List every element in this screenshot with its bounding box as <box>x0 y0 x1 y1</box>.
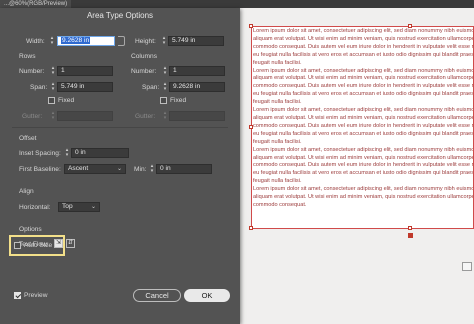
dialog-title: Area Type Options <box>86 11 154 20</box>
columns-number-field[interactable]: 1 <box>169 66 225 76</box>
cancel-button[interactable]: Cancel <box>133 289 181 302</box>
chevron-down-icon: ⌄ <box>90 204 96 210</box>
rows-span-stepper[interactable]: ▴ ▾ <box>50 82 56 92</box>
preview-checkbox[interactable] <box>14 292 21 299</box>
frame-text-line: eu feugiat nulla facilisis at vero eros … <box>253 51 474 58</box>
inset-spacing-label: Inset Spacing: <box>19 150 61 157</box>
frame-handle-bl[interactable] <box>249 226 253 230</box>
horizontal-align-dropdown[interactable]: Top ⌄ <box>58 202 100 212</box>
document-tab[interactable]: ...@60%(RGB/Preview) <box>0 0 72 8</box>
text-flow-columns-icon[interactable]: ⇵ <box>66 239 75 248</box>
frame-text-line: aliquam erat volutpat. Ut wisi enim ad m… <box>253 35 474 42</box>
columns-span-field[interactable]: 9.2628 in <box>169 82 225 92</box>
width-field[interactable]: 9.2628 in <box>57 36 115 46</box>
height-stepper[interactable]: ▴ ▾ <box>161 36 167 46</box>
columns-gutter-label: Gutter: <box>135 113 156 120</box>
ok-button[interactable]: OK <box>184 289 230 302</box>
auto-size-label: Auto Size <box>24 242 53 249</box>
frame-text-line: Lorem ipsum dolor sit amet, consectetuer… <box>253 107 473 114</box>
rows-span-label: Span: <box>30 84 48 91</box>
chevron-down-icon: ⌄ <box>116 166 122 172</box>
offset-heading: Offset <box>19 135 37 142</box>
frame-text-line: Lorem ipsum dolor sit amet, consectetuer… <box>253 186 473 193</box>
first-baseline-dropdown[interactable]: Ascent ⌄ <box>64 164 126 174</box>
first-baseline-label: First Baseline: <box>19 166 61 173</box>
frame-text-line: commodo consequat. Duis autem vel eum ir… <box>253 122 474 129</box>
height-field[interactable]: 5.749 in <box>168 36 224 46</box>
preview-label: Preview <box>24 292 48 299</box>
frame-text-line: commodo consequat. <box>253 201 307 208</box>
columns-span-stepper[interactable]: ▴ ▾ <box>162 82 168 92</box>
align-heading: Align <box>19 188 34 195</box>
min-field[interactable]: 0 in <box>156 164 212 174</box>
frame-text-line: Lorem ipsum dolor sit amet, consectetuer… <box>253 67 473 74</box>
frame-handle-ml[interactable] <box>249 125 253 129</box>
frame-text-line: commodo consequat. Duis autem vel eum ir… <box>253 162 474 169</box>
frame-handle-bm[interactable] <box>408 226 412 230</box>
columns-gutter-stepper: ▴ ▾ <box>163 110 167 121</box>
columns-number-label: Number: <box>131 68 157 75</box>
columns-heading: Columns <box>131 53 158 60</box>
frame-text-line: eu feugiat nulla facilisis at vero eros … <box>253 130 474 137</box>
options-heading: Options <box>19 226 42 233</box>
rows-gutter-label: Gutter: <box>22 113 43 120</box>
rows-gutter-stepper: ▴ ▾ <box>51 110 55 121</box>
inset-spacing-stepper[interactable]: ▴ ▾ <box>64 148 70 158</box>
constrain-link-icon[interactable] <box>118 36 125 46</box>
frame-text-line: commodo consequat. Duis autem vel eum ir… <box>253 83 474 90</box>
height-label: Height: <box>135 38 156 45</box>
rows-fixed-label: Fixed <box>58 97 75 104</box>
frame-text-line: feugait nulla facilisi. <box>253 99 302 106</box>
section-divider <box>12 127 228 128</box>
frame-text: Lorem ipsum dolor sit amet, consectetuer… <box>253 28 474 210</box>
frame-text-line: feugait nulla facilisi. <box>253 59 302 66</box>
horizontal-align-value: Top <box>62 203 73 210</box>
columns-fixed-label: Fixed <box>170 97 187 104</box>
frame-text-line: eu feugiat nulla facilisis at vero eros … <box>253 170 474 177</box>
rows-heading: Rows <box>19 53 36 60</box>
width-stepper[interactable]: ▴ ▾ <box>49 36 55 46</box>
columns-span-label: Span: <box>142 84 160 91</box>
area-type-frame[interactable]: Lorem ipsum dolor sit amet, consectetuer… <box>251 26 474 229</box>
rows-number-field[interactable]: 1 <box>57 66 113 76</box>
frame-text-line: aliquam erat volutpat. Ut wisi enim ad m… <box>253 114 474 121</box>
min-stepper[interactable]: ▴ ▾ <box>149 164 155 174</box>
frame-handle-tm[interactable] <box>408 24 412 28</box>
area-type-options-dialog: Area Type Options Width: ▴ ▾ 9.2628 in He… <box>0 8 240 324</box>
columns-gutter-field <box>169 111 225 121</box>
auto-size-checkbox[interactable] <box>14 242 21 249</box>
columns-fixed-checkbox[interactable] <box>160 97 167 104</box>
frame-text-line: Lorem ipsum dolor sit amet, consectetuer… <box>253 146 473 153</box>
overset-text-icon[interactable] <box>408 233 413 238</box>
frame-text-line: aliquam erat volutpat. Ut wisi enim ad m… <box>253 194 474 201</box>
frame-text-line: aliquam erat volutpat. Ut wisi enim ad m… <box>253 154 474 161</box>
frame-text-line: eu feugiat nulla facilisis at vero eros … <box>253 91 474 98</box>
width-label: Width: <box>26 38 45 45</box>
rows-gutter-field <box>57 111 113 121</box>
rows-span-field[interactable]: 5.749 in <box>57 82 113 92</box>
canvas-checkbox[interactable] <box>462 262 472 271</box>
frame-text-line: aliquam erat volutpat. Ut wisi enim ad m… <box>253 75 474 82</box>
frame-text-line: commodo consequat. Duis autem vel eum ir… <box>253 43 474 50</box>
rows-number-label: Number: <box>19 68 45 75</box>
first-baseline-value: Ascent <box>68 165 89 172</box>
inset-spacing-field[interactable]: 0 in <box>71 148 129 158</box>
min-label: Min: <box>134 166 147 173</box>
rows-fixed-checkbox[interactable] <box>48 97 55 104</box>
rows-number-stepper[interactable]: ▴ ▾ <box>50 66 56 76</box>
frame-text-line: feugait nulla facilisi. <box>253 178 302 185</box>
frame-text-line: feugait nulla facilisi. <box>253 138 302 145</box>
document-tab-bar: ...@60%(RGB/Preview) <box>0 0 474 8</box>
horizontal-label: Horizontal: <box>19 204 51 211</box>
columns-number-stepper[interactable]: ▴ ▾ <box>162 66 168 76</box>
frame-text-line: Lorem ipsum dolor sit amet, consectetuer… <box>253 28 473 34</box>
frame-handle-tl[interactable] <box>249 24 253 28</box>
